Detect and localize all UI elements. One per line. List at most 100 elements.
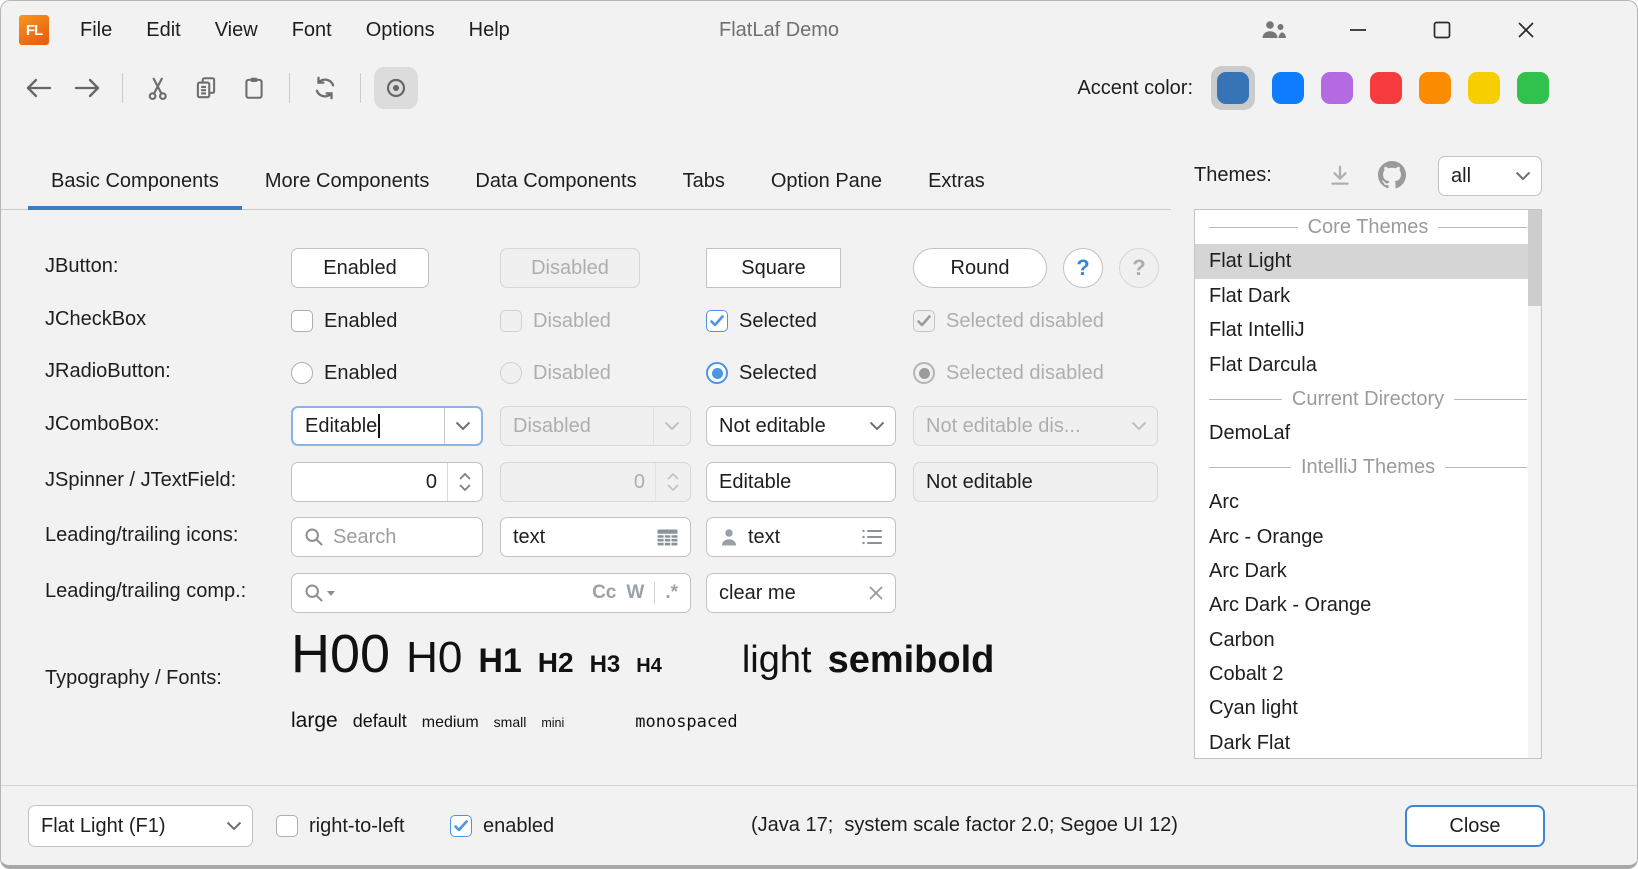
tab-more-components[interactable]: More Components xyxy=(242,153,453,209)
search-with-menu-button[interactable] xyxy=(304,583,335,603)
editable-textfield[interactable]: Editable xyxy=(706,462,896,502)
toolbar-separator xyxy=(122,73,123,103)
theme-item-flat-dark[interactable]: Flat Dark xyxy=(1195,279,1541,313)
typo-default: default xyxy=(353,711,407,732)
regex-button[interactable]: .* xyxy=(665,582,678,604)
theme-item-cobalt-2[interactable]: Cobalt 2 xyxy=(1195,657,1541,691)
checkbox-selected[interactable]: Selected xyxy=(706,308,817,334)
clearable-textfield[interactable]: clear me xyxy=(706,573,896,613)
menu-edit[interactable]: Edit xyxy=(129,19,197,42)
minimize-button[interactable] xyxy=(1335,7,1381,53)
github-link[interactable] xyxy=(1378,161,1406,189)
theme-item-arc-dark-orange[interactable]: Arc Dark - Orange xyxy=(1195,588,1541,622)
theme-item-flat-intellij[interactable]: Flat IntelliJ xyxy=(1195,313,1541,347)
chevron-down-icon[interactable] xyxy=(859,421,895,431)
chevron-down-icon[interactable] xyxy=(445,421,481,431)
hover-effects-toggle[interactable] xyxy=(374,67,418,109)
spinner[interactable]: 0 xyxy=(291,462,483,502)
whole-word-button[interactable]: W xyxy=(626,582,644,604)
chevron-down-icon xyxy=(1505,171,1541,181)
match-case-button[interactable]: Cc xyxy=(592,582,616,604)
theme-item-carbon[interactable]: Carbon xyxy=(1195,623,1541,657)
accent-swatch-red[interactable] xyxy=(1370,72,1402,104)
themes-scrollbar[interactable] xyxy=(1528,210,1541,758)
search-icon xyxy=(304,583,324,603)
theme-item-cyan-light[interactable]: Cyan light xyxy=(1195,691,1541,725)
editable-combobox[interactable]: Editable xyxy=(291,406,483,446)
accent-swatch-orange[interactable] xyxy=(1419,72,1451,104)
checkbox-box xyxy=(291,310,313,332)
themes-filter-combobox[interactable]: all xyxy=(1438,156,1542,196)
refresh-button[interactable] xyxy=(303,67,347,109)
typo-semibold: semibold xyxy=(828,639,995,682)
textfield-trailing-icon[interactable]: text xyxy=(500,517,691,557)
menu-font[interactable]: Font xyxy=(275,19,349,42)
theme-item-arc[interactable]: Arc xyxy=(1195,485,1541,519)
combobox-editor[interactable]: Editable xyxy=(293,414,444,438)
themes-separator: IntelliJ Themes xyxy=(1195,451,1541,485)
clear-icon[interactable] xyxy=(869,586,883,600)
theme-item-flat-light[interactable]: Flat Light xyxy=(1195,244,1528,278)
cut-button[interactable] xyxy=(136,67,180,109)
accent-swatch-green[interactable] xyxy=(1517,72,1549,104)
tab-tabs[interactable]: Tabs xyxy=(660,153,748,209)
checkbox-enabled[interactable]: Enabled xyxy=(291,308,397,334)
theme-item-arc-dark[interactable]: Arc Dark xyxy=(1195,554,1541,588)
menu-file[interactable]: File xyxy=(63,19,129,42)
enabled-button[interactable]: Enabled xyxy=(291,248,429,288)
text-caret xyxy=(378,414,380,438)
laf-selector-combobox[interactable]: Flat Light (F1) xyxy=(28,805,253,847)
theme-item-dark-flat[interactable]: Dark Flat xyxy=(1195,726,1541,759)
close-window-button[interactable] xyxy=(1503,7,1549,53)
back-button[interactable] xyxy=(17,67,61,109)
forward-icon xyxy=(73,78,101,98)
search-field-with-controls[interactable]: Cc W .* xyxy=(291,573,691,613)
forward-button[interactable] xyxy=(65,67,109,109)
close-button[interactable]: Close xyxy=(1405,805,1545,847)
checkbox-box xyxy=(276,815,298,837)
not-editable-combobox[interactable]: Not editable xyxy=(706,406,896,446)
menu-help[interactable]: Help xyxy=(452,19,527,42)
checkbox-label: Selected xyxy=(739,310,817,333)
square-button[interactable]: Square xyxy=(706,248,841,288)
typo-medium: medium xyxy=(422,714,479,732)
download-theme-button[interactable] xyxy=(1327,163,1353,189)
tab-extras[interactable]: Extras xyxy=(905,153,1008,209)
window-title: FlatLaf Demo xyxy=(719,1,839,59)
spinner-value[interactable]: 0 xyxy=(292,471,447,494)
radio-selected[interactable]: Selected xyxy=(706,360,817,386)
typo-large: large xyxy=(291,709,338,733)
right-to-left-checkbox[interactable]: right-to-left xyxy=(276,813,405,839)
not-editable-disabled-combobox: Not editable dis... xyxy=(913,406,1158,446)
menu-options[interactable]: Options xyxy=(349,19,452,42)
round-button[interactable]: Round xyxy=(913,248,1047,288)
grid-icon xyxy=(657,529,678,546)
maximize-button[interactable] xyxy=(1419,7,1465,53)
theme-item-demolaf[interactable]: DemoLaf xyxy=(1195,416,1541,450)
copy-button[interactable] xyxy=(184,67,228,109)
accent-swatch-default[interactable] xyxy=(1217,72,1249,104)
themes-separator: Core Themes xyxy=(1195,210,1541,244)
checkbox-label: right-to-left xyxy=(309,815,405,838)
tab-basic-components[interactable]: Basic Components xyxy=(28,153,242,209)
accent-swatch-purple[interactable] xyxy=(1321,72,1353,104)
users-icon[interactable] xyxy=(1251,7,1297,53)
textfield-leading-trailing-icons[interactable]: text xyxy=(706,517,896,557)
radio-enabled[interactable]: Enabled xyxy=(291,360,397,386)
theme-item-arc-orange[interactable]: Arc - Orange xyxy=(1195,520,1541,554)
themes-scrollbar-thumb[interactable] xyxy=(1528,210,1541,306)
spinner-arrows[interactable] xyxy=(447,463,482,501)
search-field[interactable]: Search xyxy=(291,517,483,557)
paste-button[interactable] xyxy=(232,67,276,109)
typo-monospaced: monospaced xyxy=(635,712,737,732)
theme-item-flat-darcula[interactable]: Flat Darcula xyxy=(1195,348,1541,382)
tab-option-pane[interactable]: Option Pane xyxy=(748,153,905,209)
accent-swatch-blue[interactable] xyxy=(1272,72,1304,104)
help-button[interactable]: ? xyxy=(1063,248,1103,288)
enabled-checkbox[interactable]: enabled xyxy=(450,813,554,839)
radio-circle xyxy=(913,362,935,384)
checkbox-label: enabled xyxy=(483,815,554,838)
menu-view[interactable]: View xyxy=(198,19,275,42)
accent-swatch-yellow[interactable] xyxy=(1468,72,1500,104)
tab-data-components[interactable]: Data Components xyxy=(452,153,659,209)
